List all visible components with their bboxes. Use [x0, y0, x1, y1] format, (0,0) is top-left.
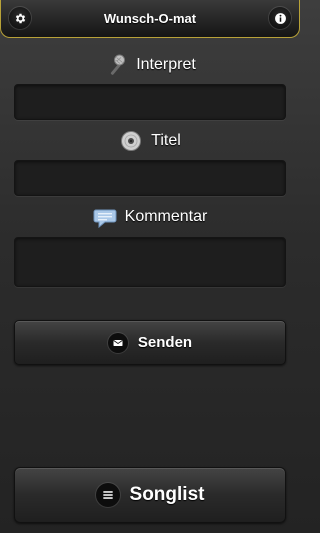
title-label-row: Titel	[0, 128, 300, 154]
list-icon	[95, 483, 120, 507]
title-label: Titel	[151, 132, 181, 149]
send-button[interactable]: Senden	[14, 320, 286, 365]
artist-label: Interpret	[136, 56, 196, 73]
gear-icon	[15, 13, 25, 23]
artist-input[interactable]	[14, 84, 286, 120]
artist-label-row: Interpret	[0, 52, 300, 78]
info-icon	[274, 12, 286, 24]
send-button-label: Senden	[137, 334, 193, 351]
title-input[interactable]	[14, 160, 286, 196]
microphone-icon	[104, 53, 128, 77]
disc-icon	[119, 129, 143, 153]
comment-label-row: Kommentar	[0, 204, 300, 230]
info-button[interactable]	[269, 7, 291, 29]
app-header: Wunsch-O-mat	[0, 0, 300, 38]
comment-input[interactable]	[14, 237, 286, 287]
settings-button[interactable]	[9, 7, 31, 29]
page-title: Wunsch-O-mat	[103, 11, 197, 26]
speech-bubble-icon	[93, 205, 117, 229]
songlist-button-label: Songlist	[129, 484, 205, 505]
songlist-button[interactable]: Songlist	[14, 467, 286, 523]
comment-label: Kommentar	[124, 208, 208, 225]
envelope-icon	[107, 332, 128, 353]
